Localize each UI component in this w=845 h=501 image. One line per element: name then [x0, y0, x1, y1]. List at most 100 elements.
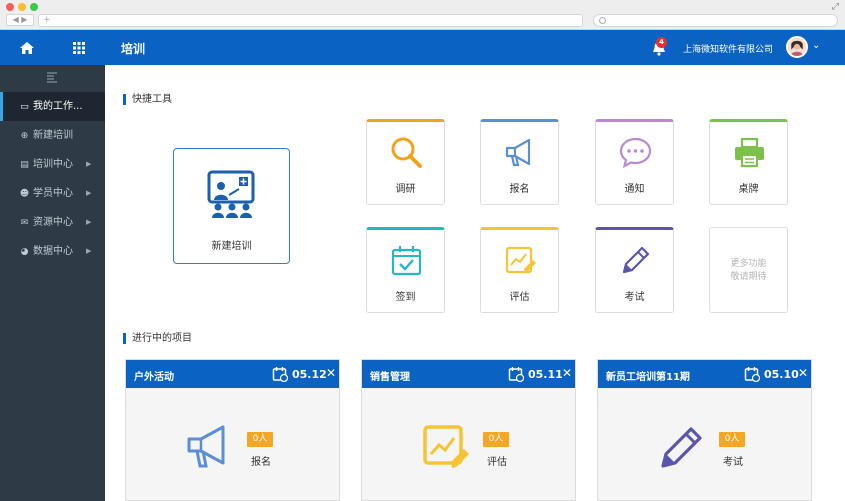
- tool-table-card[interactable]: 桌牌: [709, 119, 788, 205]
- main-content: 快捷工具 新建培训 调研 报名 通知 桌牌 签到 评估 考试 更多功能 敬请期待…: [105, 65, 845, 501]
- project-name: 销售管理: [370, 372, 410, 383]
- project-card[interactable]: 户外活动 05.12 ✕ 0人 报名: [125, 359, 340, 501]
- calendar-icon: [508, 367, 524, 382]
- user-avatar-icon: [790, 40, 804, 56]
- tool-checkin[interactable]: 签到: [366, 227, 445, 313]
- tool-label: 通知: [624, 184, 645, 195]
- calendar-check-icon: [391, 246, 422, 276]
- tool-signup[interactable]: 报名: [480, 119, 559, 205]
- sidebar-item-data-center[interactable]: ◕ 数据中心 ▶: [0, 237, 105, 266]
- pencil-icon: [661, 427, 702, 468]
- calendar-icon: [744, 367, 760, 382]
- users-icon: ☻: [19, 189, 30, 199]
- participant-count-badge: 0人: [483, 432, 509, 447]
- new-training-card[interactable]: 新建培训: [173, 148, 290, 264]
- project-name: 户外活动: [134, 372, 174, 383]
- tool-notice[interactable]: 通知: [595, 119, 674, 205]
- apps-grid-icon[interactable]: [68, 39, 90, 57]
- sidebar-item-resource-center[interactable]: ✉ 资源中心 ▶: [0, 208, 105, 237]
- tool-survey[interactable]: 调研: [366, 119, 445, 205]
- tool-label: 签到: [395, 292, 416, 303]
- sidebar-item-label: 新建培训: [33, 130, 73, 141]
- projects-title: 进行中的项目: [123, 333, 192, 344]
- tool-exam[interactable]: 考试: [595, 227, 674, 313]
- app-header: 培训 4 上海微知软件有限公司 ⌄: [0, 30, 845, 65]
- more-line-2: 敬请期待: [730, 272, 767, 282]
- chart-edit-icon: [423, 425, 469, 468]
- mail-icon: ✉: [20, 218, 29, 228]
- caret-right-icon: ▶: [86, 160, 92, 168]
- notification-badge: 4: [656, 37, 667, 48]
- project-name: 新员工培训第11期: [606, 372, 690, 383]
- sidebar: ▭ 我的工作... ⊕ 新建培训 ▤ 培训中心 ▶ ☻ 学员中心 ▶ ✉ 资源中心 ▶ ◕ 数据中…: [0, 65, 105, 501]
- pencil-icon: [622, 246, 650, 274]
- more-line-1: 更多功能: [730, 259, 767, 269]
- maximize-window-dot[interactable]: [30, 3, 38, 11]
- chevron-down-icon[interactable]: ⌄: [812, 40, 820, 51]
- calendar-icon: [272, 367, 288, 382]
- presentation-icon: [207, 170, 255, 218]
- sidebar-item-label: 学员中心: [33, 188, 73, 199]
- tool-label: 桌牌: [738, 184, 759, 195]
- tool-label: 考试: [624, 292, 645, 303]
- more-features-text: 更多功能 敬请期待: [710, 258, 787, 284]
- home-icon[interactable]: [16, 39, 38, 57]
- company-name: 上海微知软件有限公司: [683, 45, 774, 55]
- caret-right-icon: ▶: [86, 247, 92, 255]
- browser-nav-buttons[interactable]: ◀ ▶: [6, 14, 34, 26]
- project-header: 销售管理 05.11 ✕: [362, 360, 575, 388]
- project-type-label: 评估: [487, 457, 507, 468]
- sidebar-item-label: 我的工作...: [33, 101, 83, 112]
- monitor-icon: ▭: [20, 102, 29, 112]
- printer-icon: [735, 137, 764, 168]
- sidebar-item-label: 资源中心: [33, 217, 73, 228]
- training-icon: ▤: [20, 160, 29, 170]
- project-type-label: 报名: [251, 457, 271, 468]
- tool-label: 报名: [509, 184, 530, 195]
- caret-right-icon: ▶: [86, 189, 92, 197]
- url-bar[interactable]: +: [38, 14, 583, 27]
- megaphone-icon: [187, 425, 225, 468]
- close-icon[interactable]: ✕: [562, 366, 572, 380]
- close-icon[interactable]: ✕: [798, 366, 808, 380]
- minimize-window-dot[interactable]: [18, 3, 26, 11]
- tool-more-coming: 更多功能 敬请期待: [709, 227, 788, 313]
- project-header: 新员工培训第11期 05.10 ✕: [598, 360, 811, 388]
- close-icon[interactable]: ✕: [326, 366, 336, 380]
- project-type-label: 考试: [723, 457, 743, 468]
- chart-edit-icon: [505, 246, 536, 274]
- sidebar-item-label: 数据中心: [33, 246, 73, 257]
- plus-circle-icon: ⊕: [20, 131, 29, 141]
- avatar[interactable]: [786, 36, 808, 58]
- page-title: 培训: [121, 42, 146, 56]
- close-window-dot[interactable]: [6, 3, 14, 11]
- project-card[interactable]: 新员工培训第11期 05.10 ✕ 0人 考试: [597, 359, 812, 501]
- tool-evaluate[interactable]: 评估: [480, 227, 559, 313]
- project-card[interactable]: 销售管理 05.11 ✕ 0人 评估: [361, 359, 576, 501]
- participant-count-badge: 0人: [719, 432, 745, 447]
- participant-count-badge: 0人: [247, 432, 273, 447]
- tool-label: 调研: [395, 184, 416, 195]
- project-header: 户外活动 05.12 ✕: [126, 360, 339, 388]
- megaphone-icon: [505, 138, 531, 167]
- search-icon: [599, 17, 606, 24]
- caret-right-icon: ▶: [86, 218, 92, 226]
- collapse-menu-icon[interactable]: [46, 71, 58, 83]
- chat-icon: [619, 137, 652, 169]
- search-icon: [391, 137, 422, 168]
- sidebar-item-label: 培训中心: [33, 159, 73, 170]
- browser-search-bar[interactable]: [593, 14, 838, 27]
- sidebar-item-training-center[interactable]: ▤ 培训中心 ▶: [0, 150, 105, 179]
- quick-tools-title: 快捷工具: [123, 94, 172, 105]
- new-training-label: 新建培训: [211, 241, 252, 252]
- sidebar-item-my-workbench[interactable]: ▭ 我的工作...: [0, 92, 105, 121]
- tool-label: 评估: [509, 292, 530, 303]
- project-date: 05.10: [764, 368, 799, 381]
- project-date: 05.11: [528, 368, 563, 381]
- sidebar-item-new-training[interactable]: ⊕ 新建培训: [0, 121, 105, 150]
- browser-chrome: ◀ ▶ + ⤢: [0, 0, 845, 30]
- pie-chart-icon: ◕: [20, 247, 29, 257]
- expand-icon[interactable]: ⤢: [832, 2, 839, 12]
- project-date: 05.12: [292, 368, 327, 381]
- sidebar-item-student-center[interactable]: ☻ 学员中心 ▶: [0, 179, 105, 208]
